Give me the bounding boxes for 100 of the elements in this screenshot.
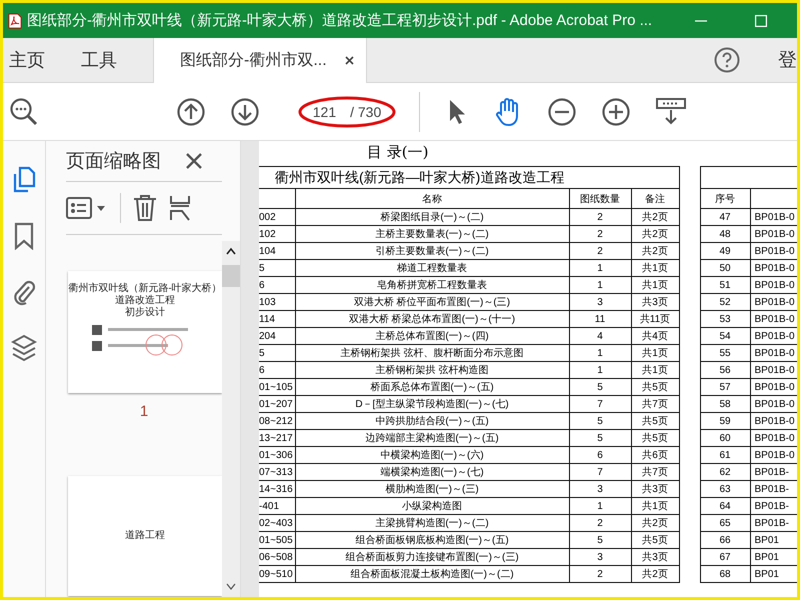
page-number-field[interactable]: 121 bbox=[312, 104, 336, 120]
scroll-thumb[interactable] bbox=[222, 265, 240, 287]
table-cell: 1 bbox=[569, 276, 631, 294]
table-cell: 皂角桥拼宽桥工程数量表 bbox=[295, 276, 569, 294]
table-cell: 114 bbox=[259, 310, 295, 328]
layers-icon[interactable] bbox=[11, 334, 37, 362]
thumbnail-text: 初步设计 bbox=[125, 307, 165, 319]
help-icon[interactable] bbox=[714, 47, 740, 73]
table-cell: 50 bbox=[700, 260, 750, 276]
scrollbar[interactable] bbox=[222, 241, 240, 597]
close-icon[interactable] bbox=[186, 153, 202, 169]
table-cell: 5 bbox=[569, 532, 631, 548]
table-cell: 共2页 bbox=[631, 514, 679, 532]
bookmark-icon[interactable] bbox=[14, 222, 34, 250]
table-cell: 104 bbox=[259, 242, 295, 260]
table-cell: 桥梁图纸目录(一)～(二) bbox=[295, 208, 569, 226]
table-cell: 组合桥面板钢底板构造图(一)～(五) bbox=[295, 532, 569, 548]
nav-tab[interactable]: 主页 bbox=[3, 38, 57, 82]
table-cell: 5 bbox=[569, 412, 631, 430]
table-cell: 主桥总体布置图(一)～(四) bbox=[295, 328, 569, 344]
table-cell: 02~403 bbox=[259, 514, 295, 532]
table-cell: 共1页 bbox=[631, 344, 679, 362]
table-cell: 中横梁构造图(一)～(六) bbox=[295, 446, 569, 464]
scroll-down-icon[interactable] bbox=[226, 583, 236, 591]
keyboard-icon[interactable] bbox=[656, 96, 686, 126]
table-cell: 共1页 bbox=[631, 276, 679, 294]
extract-icon[interactable] bbox=[169, 194, 191, 222]
document-heading: 目 录(一) bbox=[367, 143, 430, 163]
table-cell: 2 bbox=[569, 514, 631, 532]
table-cell: 端横梁构造图(一)～(七) bbox=[295, 464, 569, 480]
window-title: 图纸部分-衢州市双叶线（新元路-叶家大桥）道路改造工程初步设计.pdf - Adobe Acrobat Pro ... bbox=[27, 11, 652, 30]
table-cell: 7 bbox=[569, 464, 631, 480]
table-cell: 49 bbox=[700, 242, 750, 260]
table-cell: 65 bbox=[700, 514, 750, 532]
table-cell: 主桥钢桁架拱 弦杆构造图 bbox=[295, 362, 569, 378]
options-icon[interactable] bbox=[66, 196, 108, 220]
table-cell: 01~207 bbox=[259, 396, 295, 412]
table-cell: 组合桥面板剪力连接键布置图(一)～(三) bbox=[295, 548, 569, 566]
table-cell: 67 bbox=[700, 548, 750, 566]
scroll-up-icon[interactable] bbox=[226, 247, 236, 255]
table-cell: 共5页 bbox=[631, 532, 679, 548]
thumbnail-text: 道路工程 bbox=[125, 530, 165, 542]
column-header: 序号 bbox=[700, 188, 750, 208]
table-cell: 55 bbox=[700, 344, 750, 362]
nav-tab[interactable]: 工具 bbox=[75, 38, 129, 82]
page-thumbnail[interactable]: 衢州市双叶线（新元路-叶家大桥） 道路改造工程 初步设计 bbox=[68, 271, 222, 393]
page-thumbnail[interactable]: 道路工程 bbox=[68, 476, 222, 596]
table-cell: 01~505 bbox=[259, 532, 295, 548]
table-cell: 60 bbox=[700, 430, 750, 446]
table-cell: 中跨拱肋结合段(一)～(五) bbox=[295, 412, 569, 430]
table-cell: 边跨端部主梁构造图(一)～(五) bbox=[295, 430, 569, 446]
table-cell: 01~306 bbox=[259, 446, 295, 464]
table-title: 衢州市双叶线(新元路—叶家大桥)道路改造工程 bbox=[259, 166, 679, 188]
table-cell: 5 bbox=[259, 260, 295, 276]
table-cell: 共5页 bbox=[631, 378, 679, 396]
table-cell: 共11页 bbox=[631, 310, 679, 328]
table-cell: 主桥钢桁架拱 弦杆、腹杆断面分布示意图 bbox=[295, 344, 569, 362]
table-cell: 共5页 bbox=[631, 430, 679, 446]
table-cell: 08~212 bbox=[259, 412, 295, 430]
close-icon[interactable] bbox=[344, 56, 354, 65]
document-tab[interactable]: 图纸部分-衢州市双... bbox=[153, 38, 367, 83]
maximize-icon[interactable] bbox=[755, 14, 767, 26]
table-cell: 3 bbox=[569, 294, 631, 310]
column-header: 名称 bbox=[295, 188, 569, 208]
table-cell: 57 bbox=[700, 378, 750, 396]
table-cell: 2 bbox=[569, 208, 631, 226]
thumbnail-text: 衢州市双叶线（新元路-叶家大桥） bbox=[68, 283, 222, 294]
table-cell: 2 bbox=[569, 226, 631, 242]
arrow-up-icon[interactable] bbox=[177, 98, 205, 126]
pages-icon[interactable] bbox=[12, 166, 36, 194]
table-cell: 共1页 bbox=[631, 498, 679, 514]
table-cell: 11 bbox=[569, 310, 631, 328]
table-cell: 64 bbox=[700, 498, 750, 514]
trash-icon[interactable] bbox=[133, 194, 157, 222]
arrow-down-icon[interactable] bbox=[231, 98, 259, 126]
sign-in-link[interactable]: 登 bbox=[778, 47, 797, 73]
table-cell: 共2页 bbox=[631, 242, 679, 260]
table-cell: 59 bbox=[700, 412, 750, 430]
zoom-in-icon[interactable] bbox=[602, 98, 630, 126]
table-cell: 梯道工程数量表 bbox=[295, 260, 569, 276]
table-cell: 6 bbox=[259, 276, 295, 294]
column-header: 备注 bbox=[631, 188, 679, 208]
table-cell: 102 bbox=[259, 226, 295, 242]
paperclip-icon[interactable] bbox=[12, 278, 36, 306]
search-icon[interactable] bbox=[9, 96, 39, 126]
table-cell: 06~508 bbox=[259, 548, 295, 566]
table-cell: 52 bbox=[700, 294, 750, 310]
table-cell: 7 bbox=[569, 396, 631, 412]
table-cell: 3 bbox=[569, 480, 631, 498]
table-cell: 103 bbox=[259, 294, 295, 310]
document-tab-label[interactable]: 图纸部分-衢州市双... bbox=[180, 50, 327, 71]
table-cell: 5 bbox=[569, 378, 631, 396]
table-cell: 共2页 bbox=[631, 226, 679, 242]
table-cell: 主梁挑臂构造图(一)～(二) bbox=[295, 514, 569, 532]
table-cell: 桥面系总体布置图(一)～(五) bbox=[295, 378, 569, 396]
zoom-out-icon[interactable] bbox=[548, 98, 576, 126]
table-cell: 58 bbox=[700, 396, 750, 412]
table-cell: 6 bbox=[569, 446, 631, 464]
pdf-icon bbox=[8, 12, 22, 28]
table-cell: 5 bbox=[259, 344, 295, 362]
